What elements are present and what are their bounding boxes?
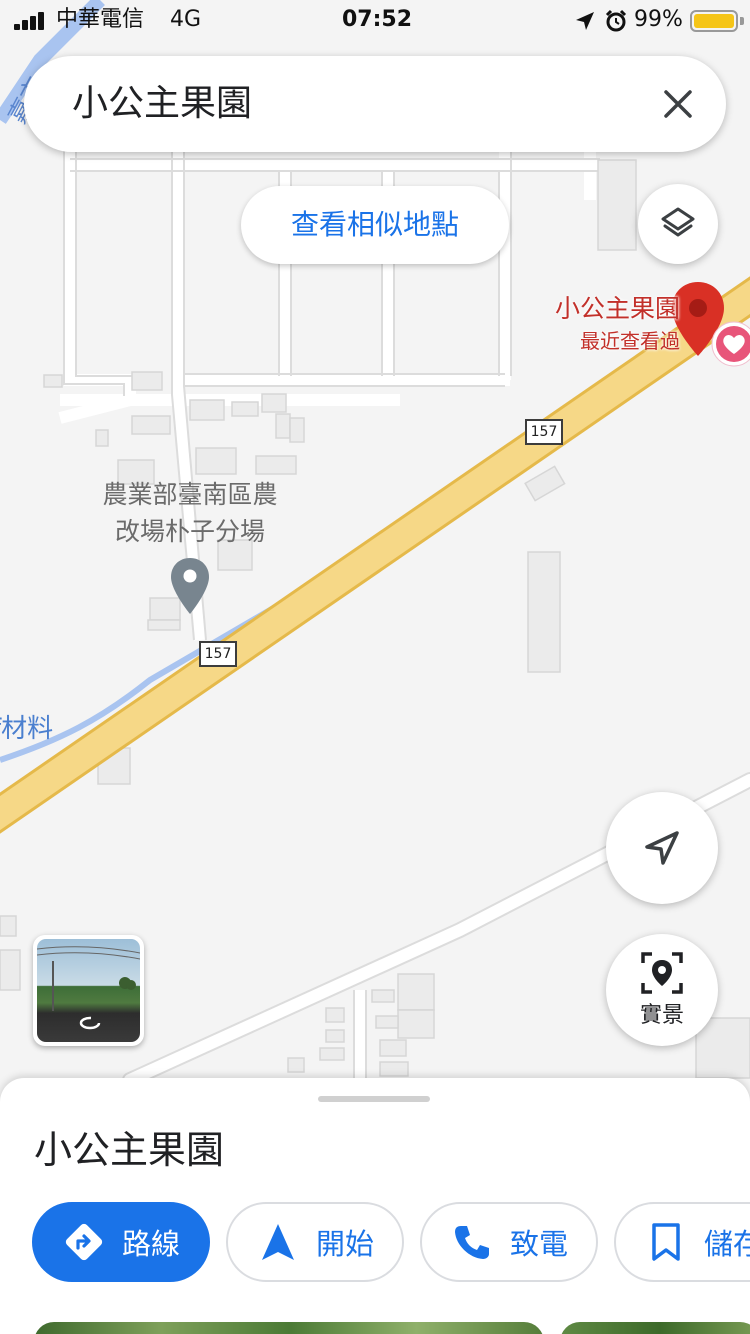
call-label: 致電 bbox=[510, 1227, 569, 1261]
save-label: 儲存 bbox=[704, 1227, 750, 1261]
favorite-heart-icon bbox=[711, 321, 750, 367]
location-services-icon bbox=[576, 12, 594, 30]
start-label: 開始 bbox=[316, 1227, 375, 1261]
rotate-360-icon bbox=[79, 1022, 101, 1030]
clock: 07:52 bbox=[342, 7, 413, 32]
place-bottom-sheet[interactable]: 小公主果園 路線 開始 致電 儲存 bbox=[0, 1078, 750, 1334]
search-bar[interactable]: 小公主果園 bbox=[24, 56, 726, 152]
directions-button[interactable]: 路線 bbox=[32, 1202, 210, 1282]
signal-icon bbox=[14, 12, 48, 30]
live-view-button[interactable]: 實景 bbox=[606, 934, 718, 1046]
close-search-button[interactable] bbox=[650, 76, 706, 132]
directions-label: 路線 bbox=[122, 1227, 181, 1261]
place-photo[interactable] bbox=[34, 1322, 544, 1334]
route-shield: 157 bbox=[525, 419, 563, 445]
route-shield: 157 bbox=[199, 641, 237, 667]
selected-place-label[interactable]: 小公主果園 最近查看過 bbox=[520, 292, 680, 356]
navigation-arrow-icon bbox=[645, 831, 679, 865]
poi-label[interactable]: 農業部臺南區農 改場朴子分場 bbox=[60, 476, 320, 550]
place-photo[interactable] bbox=[560, 1322, 750, 1334]
start-navigation-button[interactable]: 開始 bbox=[226, 1202, 404, 1282]
place-title: 小公主果園 bbox=[34, 1128, 225, 1172]
status-bar: 中華電信 4G 07:52 99% bbox=[0, 0, 750, 40]
bookmark-icon bbox=[646, 1222, 686, 1262]
sheet-drag-handle[interactable] bbox=[318, 1096, 430, 1102]
close-icon bbox=[664, 90, 692, 118]
poi-label-line1: 農業部臺南區農 bbox=[102, 480, 278, 509]
call-button[interactable]: 致電 bbox=[420, 1202, 598, 1282]
live-view-icon bbox=[641, 952, 683, 994]
directions-icon bbox=[64, 1222, 104, 1262]
battery-level bbox=[694, 14, 734, 28]
battery-percent: 99% bbox=[634, 7, 683, 32]
street-view-image bbox=[37, 939, 140, 1042]
edge-map-label: f材料 bbox=[0, 714, 54, 744]
selected-place-subtitle: 最近查看過 bbox=[580, 329, 680, 353]
network-type: 4G bbox=[170, 7, 202, 32]
my-location-button[interactable] bbox=[606, 792, 718, 904]
carrier-name: 中華電信 bbox=[56, 7, 145, 32]
selected-place-name: 小公主果園 bbox=[554, 294, 680, 323]
save-button[interactable]: 儲存 bbox=[614, 1202, 750, 1282]
search-query[interactable]: 小公主果園 bbox=[72, 80, 252, 128]
street-view-thumbnail[interactable] bbox=[33, 935, 144, 1046]
phone-icon bbox=[452, 1222, 492, 1262]
layers-button[interactable] bbox=[638, 184, 718, 264]
similar-places-button[interactable]: 查看相似地點 bbox=[241, 186, 509, 264]
live-view-label: 實景 bbox=[639, 1003, 684, 1028]
alarm-icon bbox=[605, 9, 627, 32]
navigation-start-icon bbox=[258, 1222, 298, 1262]
battery-icon bbox=[690, 10, 738, 32]
poi-label-line2: 改場朴子分場 bbox=[114, 517, 265, 546]
layers-icon bbox=[661, 207, 695, 237]
